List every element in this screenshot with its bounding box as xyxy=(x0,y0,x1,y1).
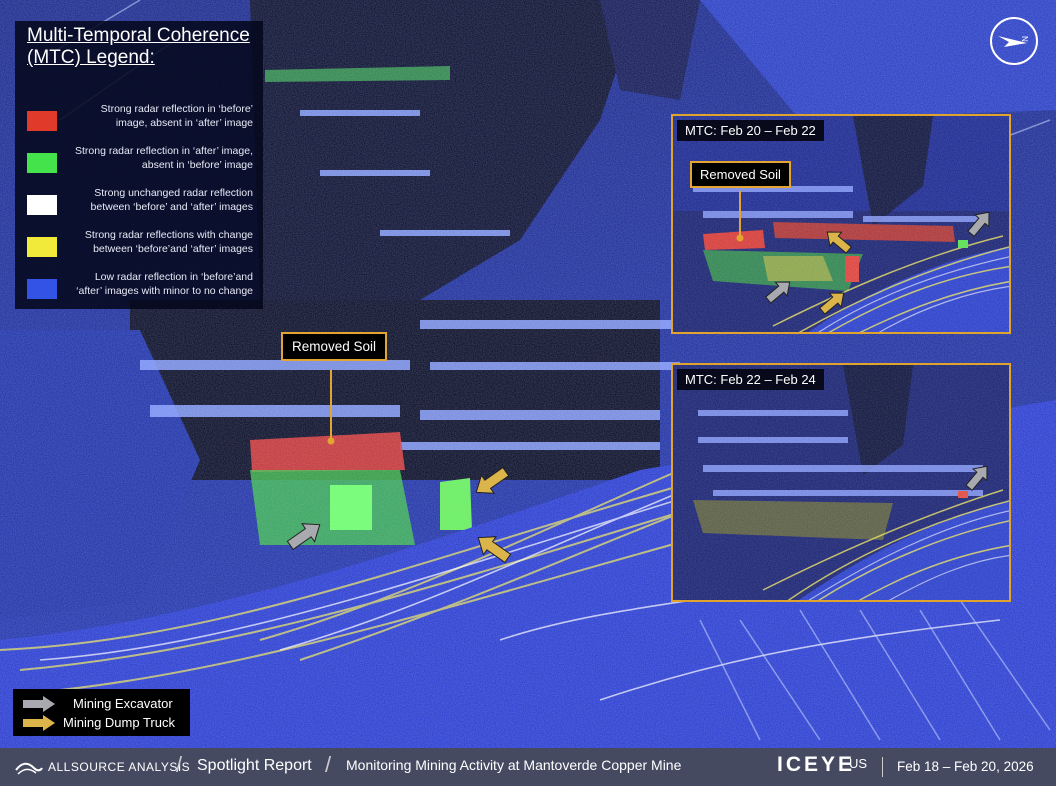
legend-swatch-red xyxy=(27,111,57,131)
legend-swatch-yellow xyxy=(27,237,57,257)
iceye-logo: ICEYE xyxy=(777,753,856,776)
inset-image xyxy=(673,365,1009,600)
legend-text: Low radar reflection in ‘before’and ‘aft… xyxy=(76,271,253,297)
north-arrow-icon: N xyxy=(990,17,1038,65)
report-type: Spotlight Report xyxy=(197,757,312,774)
legend-text: Strong unchanged radar reflection betwee… xyxy=(90,187,253,213)
legend-title: Multi-Temporal Coherence (MTC) Legend: xyxy=(27,25,250,68)
sar-image-view: Multi-Temporal Coherence (MTC) Legend: S… xyxy=(0,0,1056,786)
legend-item: Strong radar reflection in ‘before’ imag… xyxy=(15,102,263,142)
removed-soil-callout: Removed Soil xyxy=(281,332,388,361)
dump-truck-key: Mining Dump Truck xyxy=(13,713,190,733)
divider xyxy=(882,757,883,777)
legend-text: Strong radar reflection in ‘before’ imag… xyxy=(100,103,253,129)
allsource-logo-icon xyxy=(15,762,43,775)
excavator-arrow-icon xyxy=(23,696,55,712)
inset-feb22-feb24: MTC: Feb 22 – Feb 24 xyxy=(671,363,1011,602)
inset-title: MTC: Feb 20 – Feb 22 xyxy=(677,120,824,141)
legend-text: Strong radar reflections with change bet… xyxy=(84,229,253,255)
dump-truck-label: Mining Dump Truck xyxy=(63,715,175,730)
removed-soil-callout: Removed Soil xyxy=(690,161,791,188)
legend-item: Strong unchanged radar reflection betwee… xyxy=(15,186,263,226)
mtc-legend: Multi-Temporal Coherence (MTC) Legend: S… xyxy=(15,21,263,309)
legend-item: Low radar reflection in ‘before’and ‘aft… xyxy=(15,270,263,310)
dump-truck-arrow-icon xyxy=(23,715,55,731)
footer-bar: ALLSOURCE ANALYSIS / Spotlight Report / … xyxy=(0,748,1056,786)
inset-title: MTC: Feb 22 – Feb 24 xyxy=(677,369,824,390)
legend-text: Strong radar reflection in ‘after’ image… xyxy=(74,145,253,171)
inset-image xyxy=(673,116,1009,332)
divider: / xyxy=(325,752,332,777)
legend-swatch-blue xyxy=(27,279,57,299)
report-headline: Monitoring Mining Activity at Mantoverde… xyxy=(346,757,682,773)
legend-item: Strong radar reflections with change bet… xyxy=(15,228,263,268)
svg-text:N: N xyxy=(1020,36,1029,42)
arrow-key: Mining Excavator Mining Dump Truck xyxy=(13,689,190,736)
inset-feb20-feb22: MTC: Feb 20 – Feb 22 Removed Soil xyxy=(671,114,1011,334)
divider: / xyxy=(176,752,183,777)
excavator-key: Mining Excavator xyxy=(13,694,190,714)
legend-swatch-green xyxy=(27,153,57,173)
legend-item: Strong radar reflection in ‘after’ image… xyxy=(15,144,263,184)
legend-swatch-white xyxy=(27,195,57,215)
iceye-logo-suffix: US xyxy=(849,756,868,771)
excavator-label: Mining Excavator xyxy=(73,696,173,711)
date-range: Feb 18 – Feb 20, 2026 xyxy=(897,759,1034,774)
brand-name: ALLSOURCE ANALYSIS xyxy=(48,760,191,774)
